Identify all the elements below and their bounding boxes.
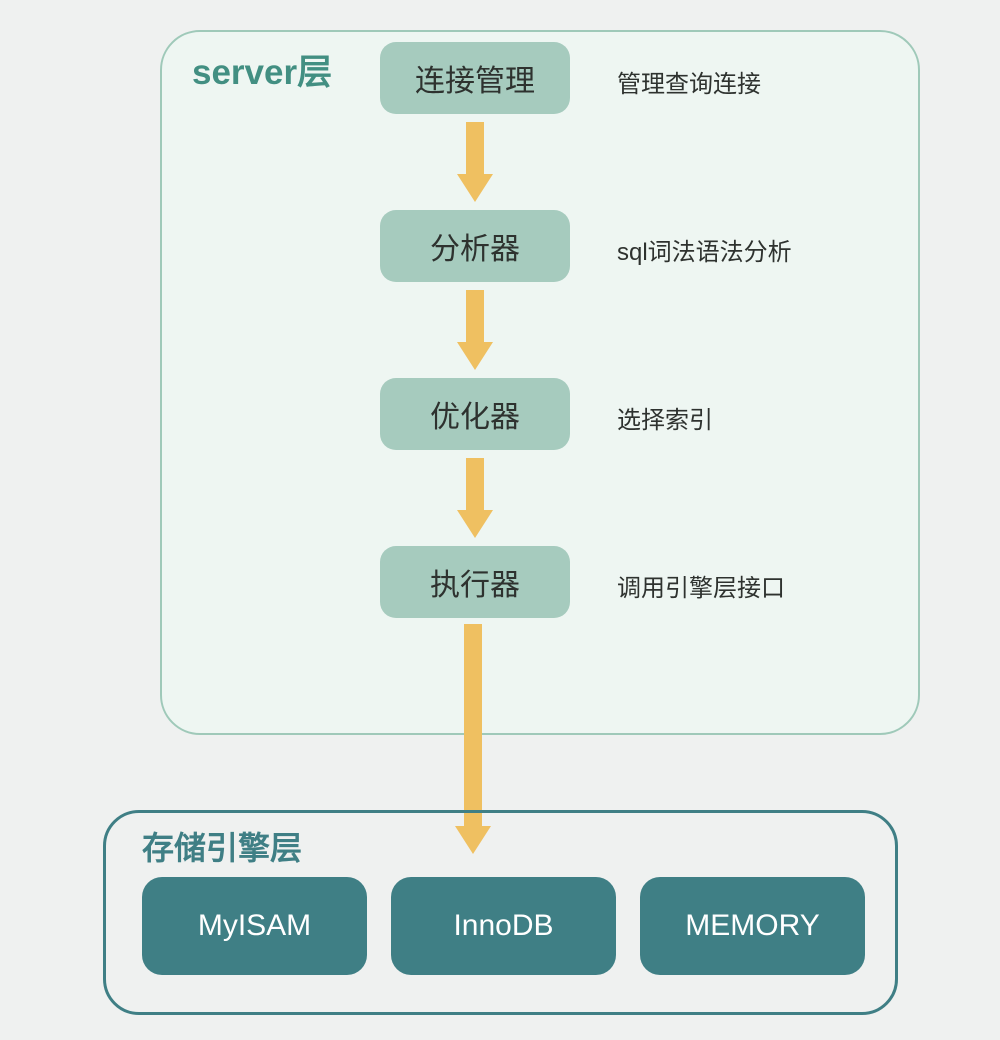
arrow-icon [457,290,493,370]
flow-box-optimizer: 优化器 [380,378,570,450]
storage-layer-title: 存储引擎层 [142,823,302,869]
engine-item-label: InnoDB [453,909,553,943]
flow-desc-analyzer: sql词法语法分析 [617,232,792,267]
flow-box-executor: 执行器 [380,546,570,618]
server-layer-container: server层 连接管理 管理查询连接 分析器 sql词法语法分析 优化器 选择… [160,30,920,735]
flow-box-connection: 连接管理 [380,42,570,114]
diagram-canvas: server层 连接管理 管理查询连接 分析器 sql词法语法分析 优化器 选择… [0,0,1000,1040]
arrow-icon [457,458,493,538]
flow-desc-executor: 调用引擎层接口 [617,568,785,603]
engine-item-innodb: InnoDB [391,877,616,975]
flow-box-label: 分析器 [430,224,520,268]
server-layer-title: server层 [192,44,332,95]
storage-layer-container: 存储引擎层 MyISAM InnoDB MEMORY [103,810,898,1015]
engine-item-label: MEMORY [685,909,819,943]
engine-item-label: MyISAM [198,909,311,943]
engine-item-memory: MEMORY [640,877,865,975]
flow-desc-connection: 管理查询连接 [617,64,761,99]
arrow-icon [457,122,493,202]
flow-box-label: 优化器 [430,392,520,436]
flow-box-label: 执行器 [430,560,520,604]
flow-box-analyzer: 分析器 [380,210,570,282]
flow-box-label: 连接管理 [415,56,535,100]
engine-item-myisam: MyISAM [142,877,367,975]
flow-desc-optimizer: 选择索引 [617,400,713,435]
